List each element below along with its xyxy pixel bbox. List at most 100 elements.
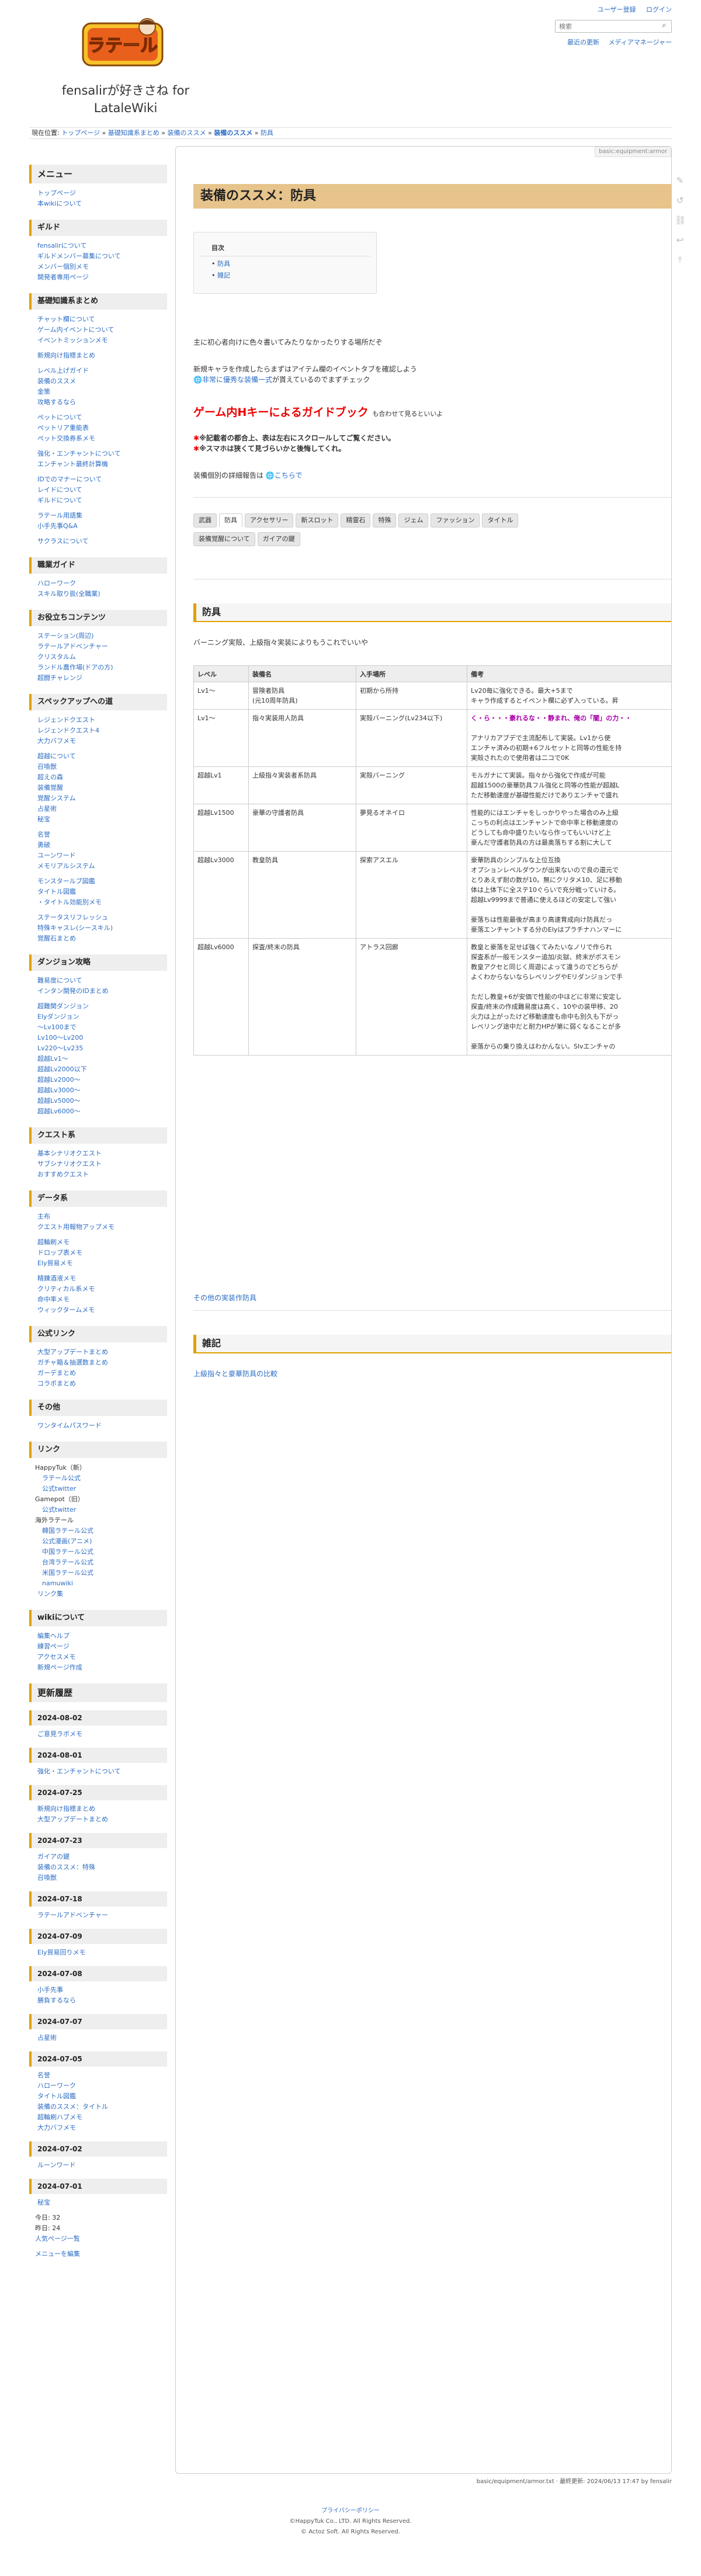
sidebar-item[interactable]: ペットについて (29, 412, 167, 423)
sidebar-item[interactable]: アクセスメモ (29, 1652, 167, 1662)
sidebar-item[interactable]: ガーデまとめ (29, 1368, 167, 1379)
sidebar-item[interactable]: レジェンドクエスト4 (29, 725, 167, 736)
sidebar-item[interactable]: 超闘チャレンジ (29, 673, 167, 683)
category-tab[interactable]: 特殊 (373, 513, 397, 527)
revisions-icon[interactable]: ↺ (675, 195, 685, 206)
media-manager-link[interactable]: メディアマネージャー (609, 39, 672, 46)
popular-pages-link[interactable]: 人気ページ一覧 (29, 2234, 167, 2244)
sidebar-item[interactable]: 超越Lv1〜 (29, 1054, 167, 1064)
register-link[interactable]: ユーザー登録 (598, 6, 636, 13)
sidebar-item[interactable]: チャット欄について (29, 314, 167, 325)
history-item[interactable]: 召喚獣 (29, 1873, 167, 1883)
sidebar-item[interactable]: 金策 (29, 387, 167, 397)
sidebar-item[interactable]: ユーンワード (29, 850, 167, 861)
sidebar-item[interactable]: レイドについて (29, 485, 167, 495)
sidebar-item[interactable]: 覚醒石まとめ (29, 933, 167, 944)
recent-changes-link[interactable]: 最近の更新 (567, 39, 599, 46)
sidebar-item[interactable]: クエスト用報物アップメモ (29, 1222, 167, 1233)
category-tab[interactable]: 精霊石 (341, 513, 371, 527)
sidebar-item[interactable]: ドロップ表メモ (29, 1248, 167, 1258)
sidebar-item[interactable]: 米国ラテール公式 (29, 1568, 167, 1578)
category-tab[interactable]: 武器 (193, 513, 217, 527)
sidebar-item[interactable]: 精錬酒液メモ (29, 1273, 167, 1284)
category-tab[interactable]: 装備覚醒について (193, 532, 255, 546)
sidebar-item[interactable]: 編集ヘルプ (29, 1631, 167, 1641)
sidebar-item[interactable]: コラボまとめ (29, 1379, 167, 1389)
sidebar-item[interactable]: おすすめクエスト (29, 1169, 167, 1180)
sidebar-item[interactable]: Ely貿易メモ (29, 1258, 167, 1269)
sidebar-item[interactable]: 新規向け指標まとめ (29, 350, 167, 361)
sidebar-item[interactable]: 中国ラテール公式 (29, 1547, 167, 1557)
sidebar-item[interactable]: 本wikiについて (29, 199, 167, 209)
history-item[interactable]: 秘宝 (29, 2197, 167, 2208)
sidebar-item[interactable]: トップページ (29, 188, 167, 199)
history-item[interactable]: 装備のススメ：特殊 (29, 1862, 167, 1873)
sidebar-item[interactable]: 新規ページ作成 (29, 1662, 167, 1673)
sidebar-item[interactable]: サクラスについて (29, 536, 167, 547)
sidebar-item[interactable]: 公式twitter (29, 1484, 167, 1494)
sidebar-item[interactable]: 公式twitter (29, 1505, 167, 1515)
sidebar-item[interactable]: 超輪刷メモ (29, 1237, 167, 1248)
history-item[interactable]: 小手先事 (29, 1985, 167, 1995)
sidebar-item[interactable]: 覚醒システム (29, 793, 167, 804)
sidebar-item[interactable]: 命中率メモ (29, 1294, 167, 1305)
edit-icon[interactable]: ✎ (675, 175, 685, 186)
site-title[interactable]: fensalirが好きさね for LataleWiki (53, 82, 199, 117)
breadcrumb-item[interactable]: トップページ (61, 129, 100, 137)
sidebar-item[interactable]: fensalirについて (29, 241, 167, 251)
history-item[interactable]: ハローワーク (29, 2081, 167, 2091)
sidebar-item[interactable]: 小手先事Q&A (29, 521, 167, 532)
sidebar-item[interactable]: ギルドメンバー募集について (29, 251, 167, 262)
sidebar-item[interactable]: ガチャ箱＆抽選数まとめ (29, 1358, 167, 1368)
sidebar-item[interactable]: Lv100〜Lv200 (29, 1033, 167, 1043)
sidebar-item[interactable]: イベントミッションメモ (29, 335, 167, 346)
sidebar-item[interactable]: Lv220〜Lv235 (29, 1043, 167, 1054)
sidebar-item[interactable]: 超越について (29, 751, 167, 762)
sidebar-item[interactable]: クリティカル系メモ (29, 1284, 167, 1294)
sidebar-item[interactable]: 超越Lv5000〜 (29, 1096, 167, 1106)
search-input[interactable] (555, 20, 672, 33)
history-item[interactable]: 大型アップデートまとめ (29, 1814, 167, 1825)
sidebar-item[interactable]: 大型アップデートまとめ (29, 1347, 167, 1358)
sidebar-item[interactable]: 装備のススメ (29, 376, 167, 387)
history-item[interactable]: ご意見ラボメモ (29, 1729, 167, 1740)
sidebar-item[interactable]: ハローワーク (29, 578, 167, 589)
details-link[interactable]: こちらで (275, 471, 303, 480)
sidebar-item[interactable]: 召喚獣 (29, 762, 167, 772)
sidebar-item[interactable]: レジェンドクエスト (29, 715, 167, 725)
sidebar-item[interactable]: 〜Lv100まで (29, 1022, 167, 1033)
sidebar-item[interactable]: 名誉 (29, 829, 167, 840)
history-item[interactable]: 新規向け指標まとめ (29, 1804, 167, 1814)
sidebar-item[interactable]: 勇破 (29, 840, 167, 850)
event-equipment-link[interactable]: 非常に優秀な装備一式 (202, 376, 272, 384)
history-item[interactable]: 大力バフメモ (29, 2123, 167, 2133)
sidebar-item[interactable]: メモリアルシステム (29, 861, 167, 872)
sidebar-item[interactable]: 韓国ラテール公式 (29, 1526, 167, 1536)
sidebar-item[interactable]: ラテールアドベンチャー (29, 641, 167, 652)
sidebar-item[interactable]: 超えの森 (29, 772, 167, 783)
sidebar-item[interactable]: レベル上げガイド (29, 366, 167, 376)
history-item[interactable]: ラテールアドベンチャー (29, 1910, 167, 1921)
sidebar-item[interactable]: 公式漫画(アニメ) (29, 1536, 167, 1547)
sidebar-item[interactable]: 超越Lv6000〜 (29, 1106, 167, 1117)
sidebar-item[interactable]: 占星術 (29, 804, 167, 814)
backlinks-icon[interactable]: ⛓ (675, 215, 686, 225)
sidebar-item[interactable]: ペットリア重能表 (29, 423, 167, 433)
sidebar-item[interactable]: メンバー個別メモ (29, 262, 167, 272)
history-item[interactable]: 占星術 (29, 2033, 167, 2043)
sidebar-item[interactable]: ランドル農作場(ドアの方) (29, 662, 167, 673)
sidebar-item[interactable]: リンク集 (29, 1589, 167, 1599)
login-link[interactable]: ログイン (646, 6, 672, 13)
sidebar-item[interactable]: 難易度について (29, 975, 167, 986)
sidebar-item[interactable]: 装備覚醒 (29, 783, 167, 793)
history-item[interactable]: 勝負するなら (29, 1995, 167, 2006)
sidebar-item[interactable]: 強化・エンチャントについて (29, 449, 167, 459)
sidebar-item[interactable]: ステーション(周辺) (29, 631, 167, 641)
history-item[interactable]: 装備のススメ：タイトル (29, 2102, 167, 2112)
sidebar-item[interactable]: 主布 (29, 1211, 167, 1222)
sidebar-item[interactable]: 練習ページ (29, 1641, 167, 1652)
sidebar-item[interactable]: Elyダンジョン (29, 1012, 167, 1022)
sidebar-item[interactable]: 超越Lv2000〜 (29, 1075, 167, 1085)
sidebar-item[interactable]: 開発者専用ページ (29, 272, 167, 283)
history-item[interactable]: 強化・エンチャントについて (29, 1766, 167, 1777)
